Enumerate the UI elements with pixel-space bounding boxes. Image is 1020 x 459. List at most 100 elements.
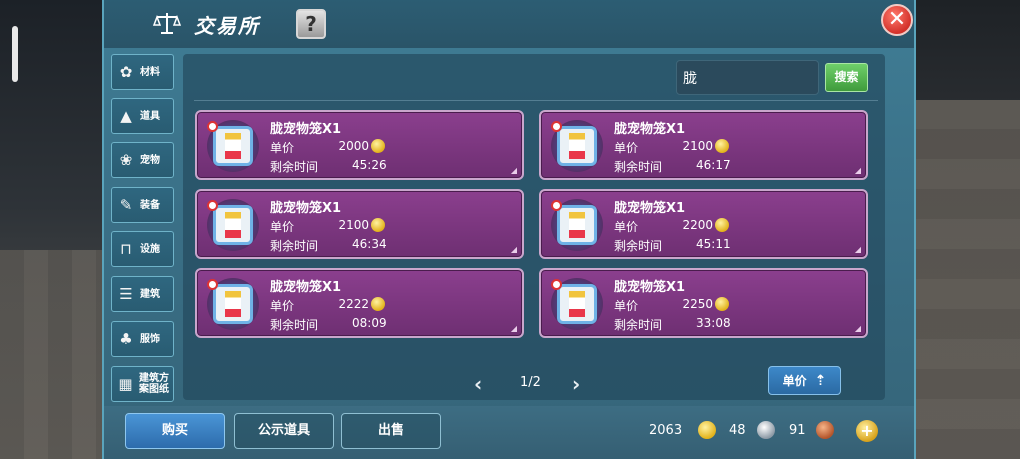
sidebar-item-label: 服饰 (140, 333, 160, 345)
price-label: 单价 (270, 141, 295, 155)
pin-icon (207, 121, 218, 132)
remaining-time: 46:34 (352, 237, 387, 251)
sidebar-item-label: 装备 (140, 199, 160, 211)
sort-by-price-button[interactable]: 单价 ⇡ (768, 366, 841, 395)
add-currency-button[interactable]: + (856, 420, 878, 442)
close-button[interactable]: ✕ (881, 4, 913, 36)
gold-coin-icon (371, 218, 385, 232)
help-button[interactable]: ? (296, 9, 326, 39)
price-label: 单价 (614, 299, 639, 313)
sidebar-item-label: 设施 (140, 243, 160, 255)
side-handle[interactable] (12, 26, 18, 82)
time-label: 剩余时间 (614, 160, 663, 174)
gold-coin-icon (715, 218, 729, 232)
pet-cage-icon (213, 126, 253, 166)
pin-icon (551, 279, 562, 290)
buy-button[interactable]: 购买 (125, 413, 225, 449)
search-input[interactable] (676, 60, 819, 95)
item-price: 2222 (338, 297, 369, 311)
scale-icon (152, 13, 182, 34)
copper-amount: 91 (789, 423, 806, 438)
sidebar-item-label: 道具 (140, 110, 160, 122)
listing-card[interactable]: 胧宠物笼X1 单价 2222 剩余时间 08:09 ◢ (195, 268, 524, 338)
pet-cage-icon (213, 284, 253, 324)
listing-card[interactable]: 胧宠物笼X1 单价 2100 剩余时间 46:34 ◢ (195, 189, 524, 259)
time-label: 剩余时间 (270, 160, 319, 174)
listing-card[interactable]: 胧宠物笼X1 单价 2000 剩余时间 45:26 ◢ (195, 110, 524, 180)
next-page-button[interactable]: › (572, 372, 580, 396)
pin-icon (551, 121, 562, 132)
time-label: 剩余时间 (614, 318, 663, 332)
listing-card[interactable]: 胧宠物笼X1 单价 2200 剩余时间 45:11 ◢ (539, 189, 868, 259)
item-price: 2200 (682, 218, 713, 232)
gold-coin-icon (715, 139, 729, 153)
item-price: 2250 (682, 297, 713, 311)
pin-icon (207, 279, 218, 290)
remaining-time: 45:11 (696, 237, 731, 251)
gold-coin-icon (698, 421, 716, 439)
silver-amount: 48 (729, 423, 746, 438)
search-button[interactable]: 搜索 (825, 63, 868, 92)
item-name: 胧宠物笼X1 (614, 280, 686, 295)
item-name: 胧宠物笼X1 (270, 201, 342, 216)
corner-icon: ◢ (854, 166, 861, 175)
sidebar-item-buildings[interactable]: ☰ 建筑 (111, 276, 174, 312)
facility-icon: ⊓ (120, 240, 132, 258)
remaining-time: 08:09 (352, 316, 387, 330)
pin-icon (551, 200, 562, 211)
gold-coin-icon (715, 297, 729, 311)
silver-coin-icon (757, 421, 775, 439)
listing-card[interactable]: 胧宠物笼X1 单价 2250 剩余时间 33:08 ◢ (539, 268, 868, 338)
time-label: 剩余时间 (270, 318, 319, 332)
sidebar-item-tools[interactable]: ▲ 道具 (111, 98, 174, 134)
item-name: 胧宠物笼X1 (614, 201, 686, 216)
sidebar-item-label: 建筑方案图纸 (139, 373, 169, 395)
corner-icon: ◢ (510, 166, 517, 175)
sell-button[interactable]: 出售 (341, 413, 441, 449)
corner-icon: ◢ (854, 245, 861, 254)
background-floor-right (916, 100, 1020, 459)
divider (194, 100, 878, 101)
sidebar-item-materials[interactable]: ✿ 材料 (111, 54, 174, 90)
item-name: 胧宠物笼X1 (270, 280, 342, 295)
gold-coin-icon (371, 297, 385, 311)
sidebar-item-pets[interactable]: ❀ 宠物 (111, 142, 174, 178)
sort-label: 单价 (782, 374, 807, 388)
corner-icon: ◢ (510, 245, 517, 254)
pet-cage-icon (557, 205, 597, 245)
pet-cage-icon (557, 126, 597, 166)
item-name: 胧宠物笼X1 (270, 122, 342, 137)
sort-arrow-icon: ⇡ (814, 372, 827, 389)
page-title: 交易所 (194, 14, 260, 38)
public-items-button[interactable]: 公示道具 (234, 413, 334, 449)
price-label: 单价 (614, 141, 639, 155)
clothing-icon: ♣ (119, 330, 133, 348)
sidebar-item-equipment[interactable]: ✎ 装备 (111, 187, 174, 223)
paw-icon: ❀ (119, 151, 133, 169)
gold-amount: 2063 (649, 423, 683, 438)
item-name: 胧宠物笼X1 (614, 122, 686, 137)
corner-icon: ◢ (510, 324, 517, 333)
sidebar-item-blueprints[interactable]: ▦ 建筑方案图纸 (111, 366, 174, 402)
title-bar: 交易所 ? (104, 0, 914, 48)
blueprint-icon: ▦ (118, 375, 133, 393)
tools-icon: ▲ (120, 107, 132, 125)
prev-page-button[interactable]: ‹ (474, 372, 482, 396)
pet-cage-icon (213, 205, 253, 245)
sidebar-item-label: 材料 (140, 66, 160, 78)
sidebar-item-label: 建筑 (140, 288, 160, 300)
listing-card[interactable]: 胧宠物笼X1 单价 2100 剩余时间 46:17 ◢ (539, 110, 868, 180)
price-label: 单价 (270, 299, 295, 313)
sidebar-item-facilities[interactable]: ⊓ 设施 (111, 231, 174, 267)
remaining-time: 46:17 (696, 158, 731, 172)
pin-icon (207, 200, 218, 211)
time-label: 剩余时间 (614, 239, 663, 253)
item-price: 2100 (338, 218, 369, 232)
background-right (916, 0, 1020, 459)
materials-icon: ✿ (119, 63, 133, 81)
background-floor-left (0, 250, 104, 459)
sidebar-item-clothing[interactable]: ♣ 服饰 (111, 321, 174, 357)
remaining-time: 33:08 (696, 316, 731, 330)
price-label: 单价 (270, 220, 295, 234)
price-label: 单价 (614, 220, 639, 234)
